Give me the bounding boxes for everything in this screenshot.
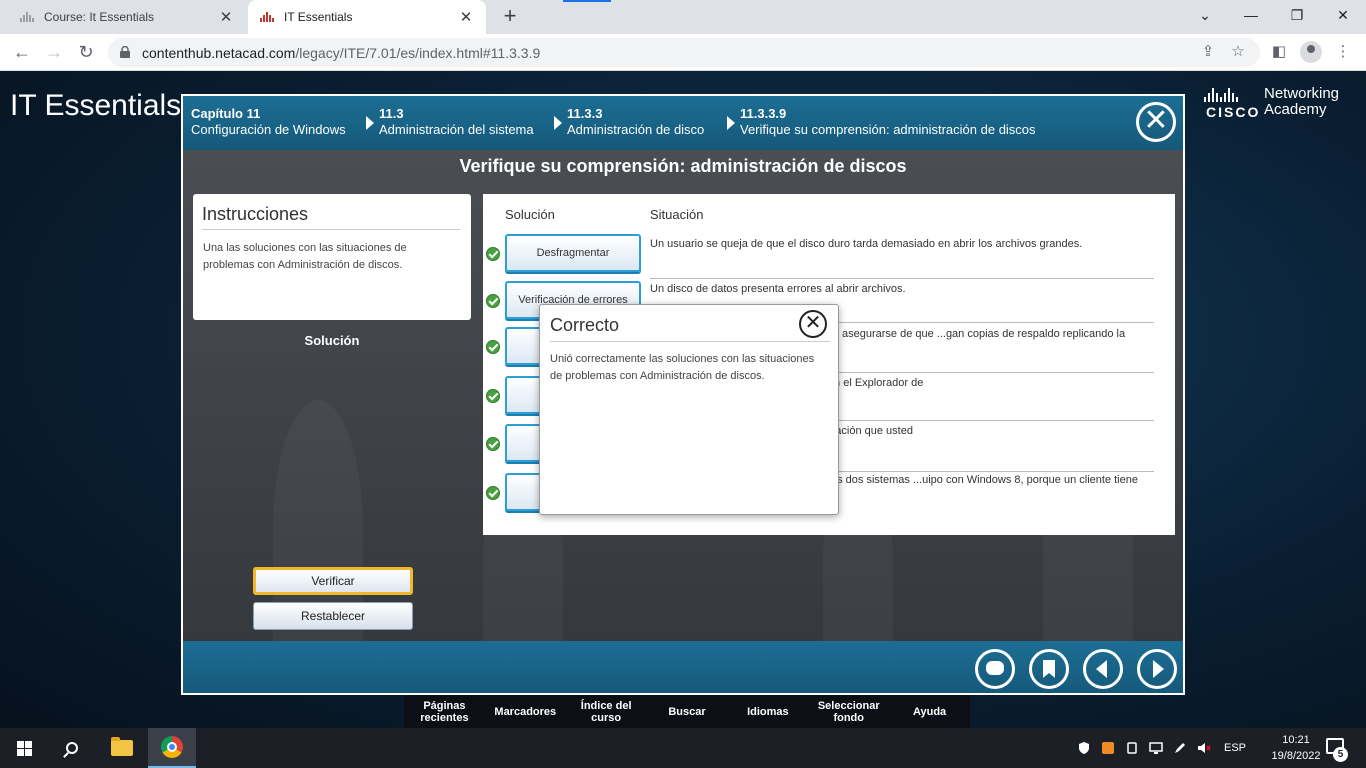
footer-course-index[interactable]: Índice del curso — [566, 695, 647, 728]
modal-title: Correcto — [550, 315, 620, 335]
reset-button[interactable]: Restablecer — [253, 602, 413, 630]
chrome-icon[interactable] — [148, 728, 196, 768]
modal-close-icon[interactable]: ✕ — [799, 310, 827, 338]
tab-title: IT Essentials — [284, 10, 353, 24]
footer-languages[interactable]: Idiomas — [727, 695, 808, 728]
menu-kebab-icon[interactable]: ⋮ — [1332, 41, 1354, 63]
window-close-button[interactable]: ✕ — [1320, 0, 1366, 30]
address-bar[interactable]: contenthub.netacad.com/legacy/ITE/7.01/e… — [108, 38, 1260, 67]
shield-icon[interactable] — [1077, 741, 1091, 755]
divider — [202, 229, 460, 230]
breadcrumb-arrow-icon — [554, 116, 562, 130]
language-indicator[interactable]: ESP — [1224, 742, 1246, 754]
divider — [550, 341, 830, 342]
new-tab-button[interactable]: + — [498, 5, 522, 29]
clock[interactable]: 10:21 19/8/2022 — [1266, 732, 1326, 764]
correct-check-icon — [486, 389, 500, 403]
tab-title: Course: It Essentials — [44, 10, 155, 24]
search-icon[interactable] — [48, 728, 96, 768]
app-tray-icon[interactable] — [1101, 741, 1115, 755]
restore-button[interactable]: ❐ — [1274, 0, 1320, 30]
tab-course-it-essentials[interactable]: Course: It Essentials ✕ — [8, 0, 246, 34]
system-tray: ESP — [1072, 728, 1246, 768]
footer-select-background[interactable]: Seleccionar fondo — [808, 695, 889, 728]
solution-label: Solución — [304, 333, 360, 348]
close-course-icon[interactable]: ✕ — [1136, 102, 1176, 142]
volume-muted-icon[interactable] — [1197, 741, 1211, 755]
situation-text: Un usuario se queja de que el disco duro… — [650, 238, 1083, 250]
tab-close-icon[interactable]: ✕ — [458, 8, 474, 26]
column-header-solution: Solución — [505, 207, 555, 222]
discussion-bubble-icon[interactable] — [975, 649, 1015, 689]
activity-title: Verifique su comprensión: administración… — [459, 156, 907, 176]
footer-help[interactable]: Ayuda — [889, 695, 970, 728]
activity-area: Verifique su comprensión: administración… — [183, 150, 1183, 670]
cisco-favicon-icon — [20, 12, 36, 22]
academy-text: Networking Academy — [1264, 85, 1340, 118]
forward-arrow-icon[interactable]: → — [42, 40, 66, 64]
footer-bookmarks[interactable]: Marcadores — [485, 695, 566, 728]
modal-message: Unió correctamente las soluciones con la… — [550, 353, 815, 382]
profile-avatar[interactable] — [1300, 41, 1322, 63]
breadcrumb-page[interactable]: 11.3.3.9 Verifique su comprensión: admini… — [740, 106, 1036, 138]
course-nav-bar — [183, 641, 1183, 693]
correct-check-icon — [486, 340, 500, 354]
breadcrumb: Capítulo 11 Configuración de Windows 11.3… — [183, 96, 1183, 150]
pen-icon[interactable] — [1173, 741, 1187, 755]
course-frame: Capítulo 11 Configuración de Windows 11.3… — [181, 94, 1185, 695]
cisco-wordmark: CISCO — [1206, 104, 1261, 120]
cisco-networking-academy-logo: CISCO Networking Academy — [1200, 86, 1350, 122]
page-title: IT Essentials — [10, 89, 182, 122]
cisco-favicon-icon — [260, 12, 276, 22]
side-panel-icon[interactable]: ◧ — [1268, 41, 1290, 63]
windows-logo-icon — [16, 740, 32, 756]
correct-check-icon — [486, 247, 500, 261]
browser-tab-strip: Course: It Essentials ✕ IT Essentials ✕ … — [0, 0, 1366, 34]
lock-icon — [120, 46, 130, 58]
verify-button[interactable]: Verificar — [253, 567, 413, 595]
minimize-button[interactable]: — — [1228, 0, 1274, 30]
windows-taskbar: ESP 10:21 19/8/2022 5 — [0, 728, 1366, 768]
course-page: IT Essentials CISCO Networking Academy Ca… — [0, 71, 1366, 728]
footer-recent-pages[interactable]: Páginas recientes — [404, 695, 485, 728]
bookmark-icon[interactable] — [1029, 649, 1069, 689]
instructions-heading: Instrucciones — [202, 204, 309, 224]
footer-search[interactable]: Buscar — [647, 695, 728, 728]
tab-close-icon[interactable]: ✕ — [218, 8, 234, 26]
instructions-text: Una las soluciones con las situaciones d… — [203, 242, 407, 271]
bookmark-star-icon[interactable]: ☆ — [1228, 42, 1248, 62]
notification-count-badge: 5 — [1333, 747, 1348, 762]
tab-it-essentials[interactable]: IT Essentials ✕ — [248, 0, 486, 34]
breadcrumb-chapter[interactable]: Capítulo 11 Configuración de Windows — [191, 106, 346, 138]
next-page-icon[interactable] — [1137, 649, 1177, 689]
row-divider — [650, 278, 1154, 279]
start-button[interactable] — [0, 728, 48, 768]
instructions-panel: Instrucciones Una las soluciones con las… — [193, 194, 471, 320]
breadcrumb-arrow-icon — [366, 116, 374, 130]
browser-toolbar: ← → ↻ contenthub.netacad.com/legacy/ITE/… — [0, 34, 1366, 71]
url-text: contenthub.netacad.com/legacy/ITE/7.01/e… — [142, 45, 541, 61]
correct-check-icon — [486, 294, 500, 308]
reload-icon[interactable]: ↻ — [74, 40, 98, 64]
feedback-modal: Correcto ✕ Unió correctamente las soluci… — [539, 304, 839, 515]
share-icon[interactable]: ⇪ — [1198, 42, 1218, 62]
situation-text: Un disco de datos presenta errores al ab… — [650, 283, 906, 295]
back-arrow-icon[interactable]: ← — [10, 40, 34, 64]
breadcrumb-section[interactable]: 11.3 Administración del sistema — [379, 106, 534, 138]
column-header-situation: Situación — [650, 207, 704, 222]
device-icon[interactable] — [1125, 741, 1139, 755]
file-explorer-icon[interactable] — [98, 728, 146, 768]
correct-check-icon — [486, 486, 500, 500]
solution-draggable[interactable]: Desfragmentar — [505, 234, 641, 272]
footer-menu: Páginas recientes Marcadores Índice del … — [404, 695, 970, 728]
breadcrumb-arrow-icon — [727, 116, 735, 130]
correct-check-icon — [486, 437, 500, 451]
network-icon[interactable] — [1149, 741, 1163, 755]
previous-page-icon[interactable] — [1083, 649, 1123, 689]
breadcrumb-topic[interactable]: 11.3.3 Administración de disco — [567, 106, 704, 138]
tab-loading-indicator — [563, 0, 611, 2]
tab-search-chevron-icon[interactable]: ⌄ — [1182, 0, 1228, 30]
cisco-bars-icon — [1204, 88, 1238, 102]
